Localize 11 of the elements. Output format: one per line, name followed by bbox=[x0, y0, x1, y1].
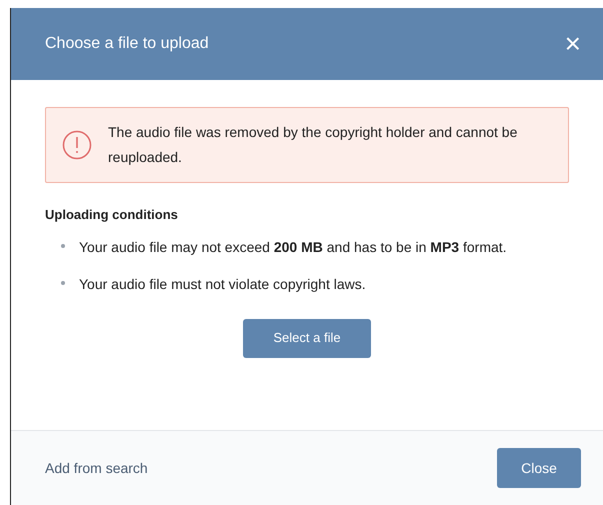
select-file-button[interactable]: Select a file bbox=[243, 318, 371, 358]
condition-text: Your audio file may not exceed 200 MB and has to be in MP3 format. bbox=[79, 238, 508, 257]
condition-text: Your audio file must not violate copyright laws. bbox=[79, 274, 367, 294]
bullet-icon bbox=[61, 280, 65, 284]
alert-message: The audio file was removed by the copyright holder and cannot be reuploaded. bbox=[108, 123, 518, 167]
conditions-title: Uploading conditions bbox=[45, 206, 179, 224]
bullet-icon bbox=[61, 244, 65, 248]
close-button[interactable]: Close bbox=[497, 448, 581, 488]
add-from-search-link[interactable]: Add from search bbox=[45, 458, 148, 478]
dialog-title: Choose a file to upload bbox=[45, 34, 209, 54]
warning-icon bbox=[62, 130, 92, 160]
